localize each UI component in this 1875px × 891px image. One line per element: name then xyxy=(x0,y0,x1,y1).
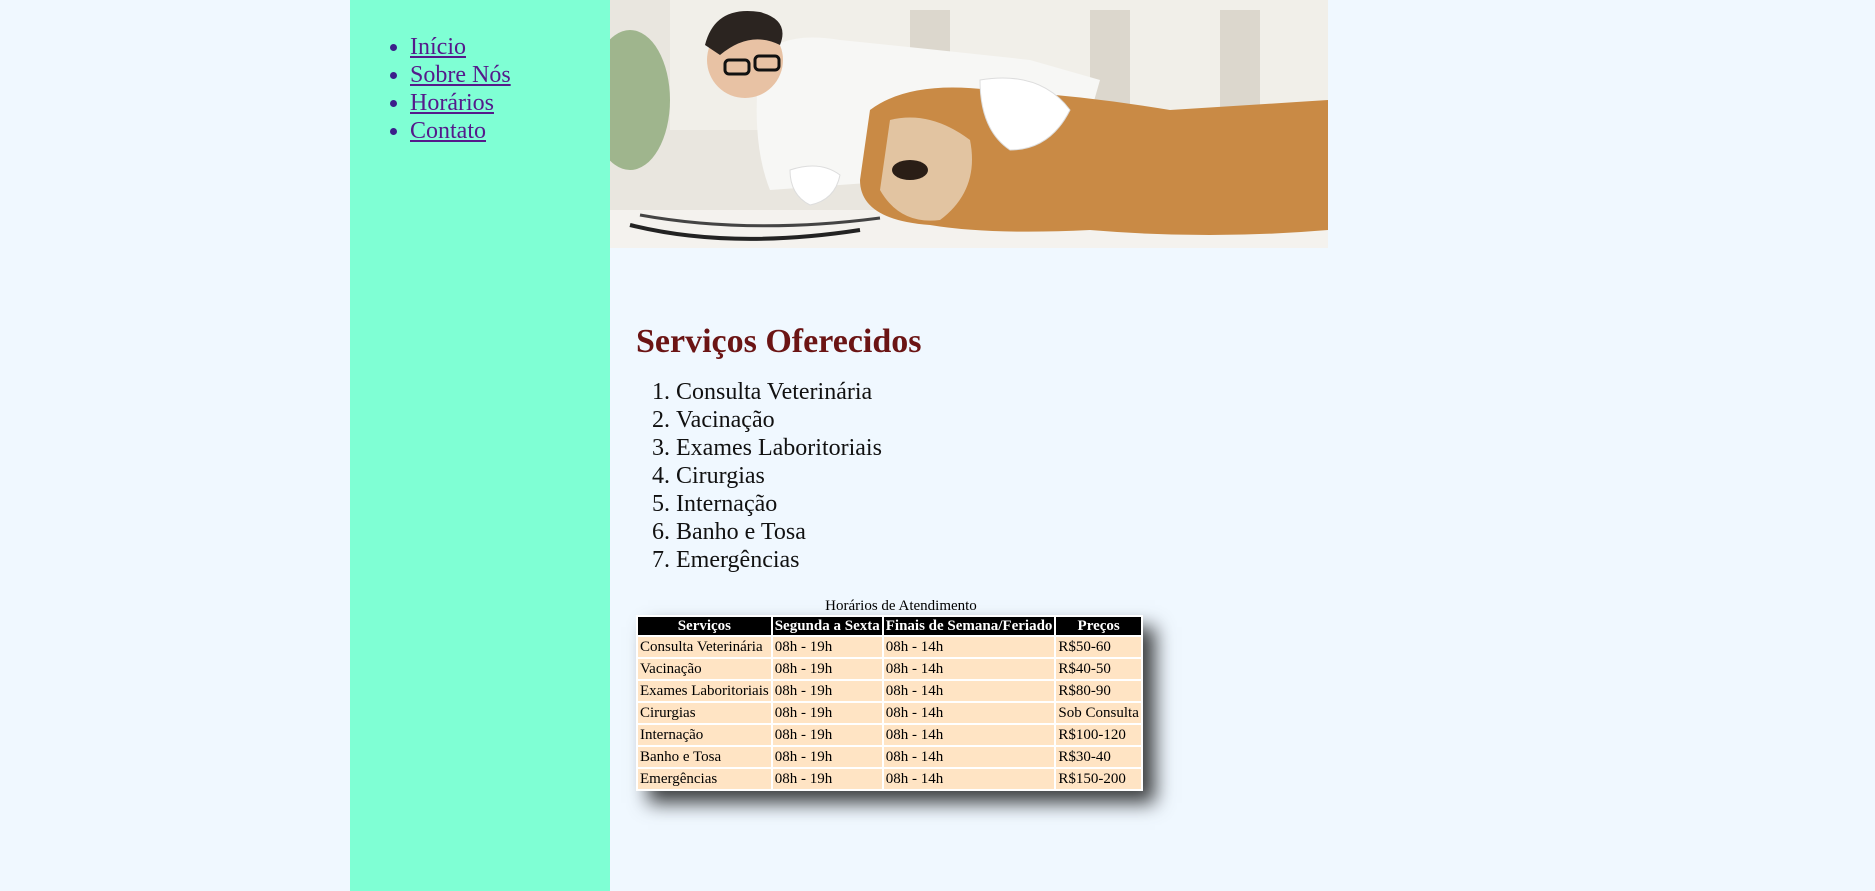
cell-weekday-hours: 08h - 19h xyxy=(772,725,882,745)
table-row: Cirurgias 08h - 19h 08h - 14h Sob Consul… xyxy=(638,703,1141,723)
header-servicos: Serviços xyxy=(638,617,771,635)
vet-with-dog-illustration xyxy=(610,0,1328,248)
cell-price: R$40-50 xyxy=(1056,659,1141,679)
cell-weekday-hours: 08h - 19h xyxy=(772,769,882,789)
cell-service: Vacinação xyxy=(638,659,771,679)
service-item: Emergências xyxy=(676,546,1276,574)
service-item: Banho e Tosa xyxy=(676,518,1276,546)
header-finais-de-semana: Finais de Semana/Feriado xyxy=(883,617,1055,635)
cell-weekend-hours: 08h - 14h xyxy=(883,703,1055,723)
cell-service: Emergências xyxy=(638,769,771,789)
schedule-caption: Horários de Atendimento xyxy=(825,598,977,614)
cell-service: Consulta Veterinária xyxy=(638,637,771,657)
cell-weekday-hours: 08h - 19h xyxy=(772,681,882,701)
cell-service: Internação xyxy=(638,725,771,745)
service-item: Internação xyxy=(676,490,1276,518)
table-row: Vacinação 08h - 19h 08h - 14h R$40-50 xyxy=(638,659,1141,679)
cell-price: R$150-200 xyxy=(1056,769,1141,789)
sidebar: Início Sobre Nós Horários Contato xyxy=(350,0,610,891)
nav-item-inicio: Início xyxy=(410,33,511,61)
cell-service: Banho e Tosa xyxy=(638,747,771,767)
cell-weekday-hours: 08h - 19h xyxy=(772,659,882,679)
nav-item-contato: Contato xyxy=(410,117,511,145)
cell-weekday-hours: 08h - 19h xyxy=(772,703,882,723)
nav-link-horarios[interactable]: Horários xyxy=(410,90,494,116)
cell-price: R$100-120 xyxy=(1056,725,1141,745)
service-item: Exames Laboritoriais xyxy=(676,434,1276,462)
cell-price: Sob Consulta xyxy=(1056,703,1141,723)
cell-weekday-hours: 08h - 19h xyxy=(772,637,882,657)
services-title: Serviços Oferecidos xyxy=(636,323,922,360)
cell-price: R$30-40 xyxy=(1056,747,1141,767)
cell-service: Exames Laboritoriais xyxy=(638,681,771,701)
cell-price: R$50-60 xyxy=(1056,637,1141,657)
cell-price: R$80-90 xyxy=(1056,681,1141,701)
schedule-table: Serviços Segunda a Sexta Finais de Seman… xyxy=(636,615,1143,791)
nav-item-horarios: Horários xyxy=(410,89,511,117)
table-row: Exames Laboritoriais 08h - 19h 08h - 14h… xyxy=(638,681,1141,701)
table-row: Consulta Veterinária 08h - 19h 08h - 14h… xyxy=(638,637,1141,657)
cell-weekend-hours: 08h - 14h xyxy=(883,637,1055,657)
nav-link-contato[interactable]: Contato xyxy=(410,118,486,144)
header-segunda-a-sexta: Segunda a Sexta xyxy=(772,617,882,635)
cell-service: Cirurgias xyxy=(638,703,771,723)
cell-weekend-hours: 08h - 14h xyxy=(883,725,1055,745)
nav-item-sobre-nos: Sobre Nós xyxy=(410,61,511,89)
header-precos: Preços xyxy=(1056,617,1141,635)
table-row: Banho e Tosa 08h - 19h 08h - 14h R$30-40 xyxy=(638,747,1141,767)
page-wrapper: Início Sobre Nós Horários Contato xyxy=(350,0,1328,891)
service-item: Consulta Veterinária xyxy=(676,378,1276,406)
cell-weekday-hours: 08h - 19h xyxy=(772,747,882,767)
nav-link-sobre-nos[interactable]: Sobre Nós xyxy=(410,62,511,88)
cell-weekend-hours: 08h - 14h xyxy=(883,659,1055,679)
service-item: Vacinação xyxy=(676,406,1276,434)
services-list: Consulta Veterinária Vacinação Exames La… xyxy=(636,378,1276,574)
table-row: Internação 08h - 19h 08h - 14h R$100-120 xyxy=(638,725,1141,745)
table-row: Emergências 08h - 19h 08h - 14h R$150-20… xyxy=(638,769,1141,789)
schedule-section: Horários de Atendimento Serviços Segunda… xyxy=(636,597,1166,791)
cell-weekend-hours: 08h - 14h xyxy=(883,681,1055,701)
table-header-row: Serviços Segunda a Sexta Finais de Seman… xyxy=(638,617,1141,635)
service-item: Cirurgias xyxy=(676,462,1276,490)
hero-image xyxy=(610,0,1328,248)
services-section: Serviços Oferecidos Consulta Veterinária… xyxy=(636,318,1276,574)
nav-link-inicio[interactable]: Início xyxy=(410,34,466,60)
nav-list: Início Sobre Nós Horários Contato xyxy=(410,33,511,145)
cell-weekend-hours: 08h - 14h xyxy=(883,747,1055,767)
cell-weekend-hours: 08h - 14h xyxy=(883,769,1055,789)
